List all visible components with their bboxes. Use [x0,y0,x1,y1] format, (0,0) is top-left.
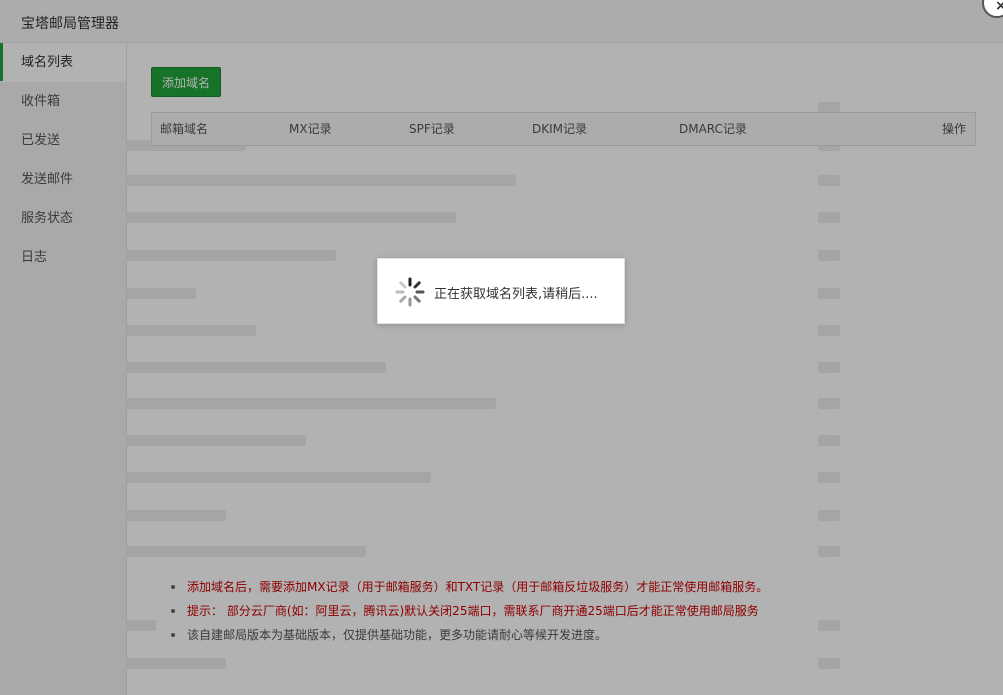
loading-box: 正在获取域名列表,请稍后.... [377,258,625,324]
loading-message: 正在获取域名列表,请稍后.... [434,287,598,302]
loading-spinner-icon [395,277,425,307]
loading-overlay [0,0,1003,695]
close-icon: × [995,0,1003,14]
